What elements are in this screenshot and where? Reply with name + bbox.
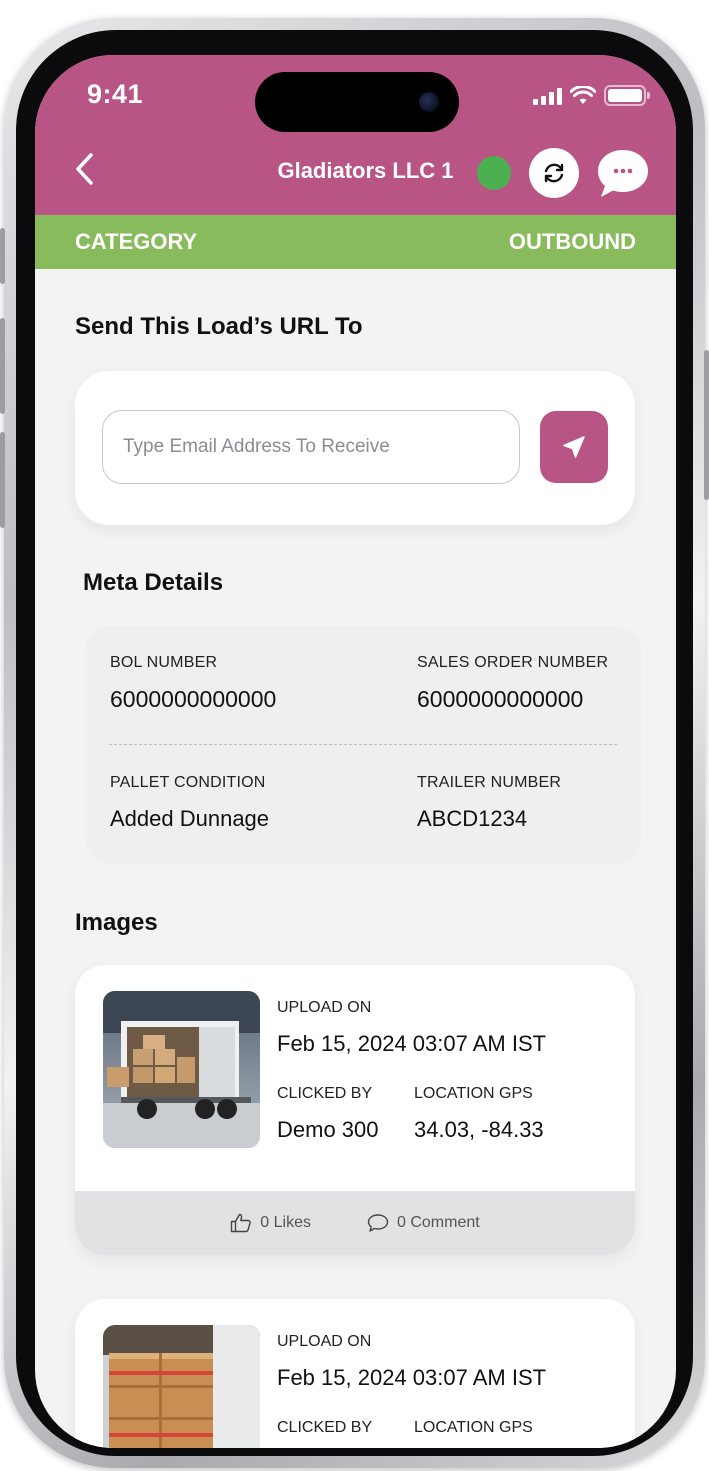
clicked-by-label: CLICKED BY [277,1419,373,1436]
upload-on-label: UPLOAD ON [277,1333,372,1350]
side-button-volume-down [0,432,5,528]
side-button-action [0,228,5,284]
location-gps-value: 34.03, -84.33 [414,1117,544,1142]
pallet-image [103,1325,260,1448]
battery-icon [604,85,650,106]
chat-button[interactable] [595,146,651,200]
likes-count: 0 Likes [260,1214,311,1231]
pallet-photo-thumbnail[interactable] [103,1325,260,1448]
upload-on-label: UPLOAD ON [277,999,372,1016]
bol-number-value: 6000000000000 [110,686,277,712]
image-card-footer: 0 Likes 0 Comment [75,1191,635,1255]
comments-count: 0 Comment [397,1214,480,1231]
send-button[interactable] [540,411,608,483]
upload-on-value: Feb 15, 2024 03:07 AM IST [277,1365,547,1390]
images-title: Images [75,909,158,936]
pallet-condition-label: PALLET CONDITION [110,774,266,791]
location-gps-label: LOCATION GPS [414,1085,533,1102]
online-status-indicator [477,156,511,190]
pallet-condition-value: Added Dunnage [110,806,270,831]
side-button-power [704,350,709,500]
location-gps-label: LOCATION GPS [414,1419,533,1436]
image-card[interactable]: UPLOAD ON Feb 15, 2024 03:07 AM IST CLIC… [75,1299,635,1448]
side-button-volume-up [0,318,5,414]
truck-image [103,991,260,1148]
refresh-icon [544,163,564,183]
status-time: 9:41 [87,79,144,109]
category-value: OUTBOUND [508,229,636,254]
comment-icon [367,1214,389,1232]
comment-button[interactable]: 0 Comment [367,1213,480,1233]
bol-number-label: BOL NUMBER [110,654,218,671]
dynamic-island [255,72,459,132]
sales-order-number-label: SALES ORDER NUMBER [417,654,609,671]
thumbs-up-icon [231,1213,252,1233]
bol-number-field: BOL NUMBER 6000000000000 [110,654,276,713]
send-icon [563,436,585,458]
app-header: 9:41 Gladiators LLC 1 [35,55,676,215]
clicked-by-label: CLICKED BY [277,1085,373,1102]
camera-icon [419,92,439,112]
send-url-card [75,371,635,525]
truck-photo-thumbnail[interactable] [103,991,260,1148]
app-screen: 9:41 Gladiators LLC 1 CATEGORY OUTBOUND … [35,55,676,1448]
send-url-title: Send This Load’s URL To [75,313,363,340]
trailer-number-label: TRAILER NUMBER [417,774,562,791]
sales-order-number-value: 6000000000000 [417,686,584,712]
clicked-by-value: Demo 300 [277,1117,379,1142]
sync-button[interactable] [529,148,579,198]
category-label: CATEGORY [75,229,198,254]
meta-details-title: Meta Details [83,569,224,596]
trailer-number-field: TRAILER NUMBER ABCD1234 [417,774,561,832]
wifi-icon [570,85,596,104]
sales-order-number-field: SALES ORDER NUMBER 6000000000000 [417,654,608,713]
status-icons [533,85,650,106]
meta-divider [109,744,617,745]
signal-icon [533,87,562,105]
like-button[interactable]: 0 Likes [230,1213,311,1233]
pallet-condition-field: PALLET CONDITION Added Dunnage [110,774,269,832]
trailer-number-value: ABCD1234 [417,806,528,831]
email-input[interactable] [102,410,520,484]
page-title: Gladiators LLC 1 [277,158,454,183]
meta-details-card: BOL NUMBER 6000000000000 SALES ORDER NUM… [85,626,641,864]
upload-on-value: Feb 15, 2024 03:07 AM IST [277,1031,547,1056]
image-card[interactable]: UPLOAD ON Feb 15, 2024 03:07 AM IST CLIC… [75,965,635,1255]
category-bar: CATEGORY OUTBOUND [35,215,676,269]
